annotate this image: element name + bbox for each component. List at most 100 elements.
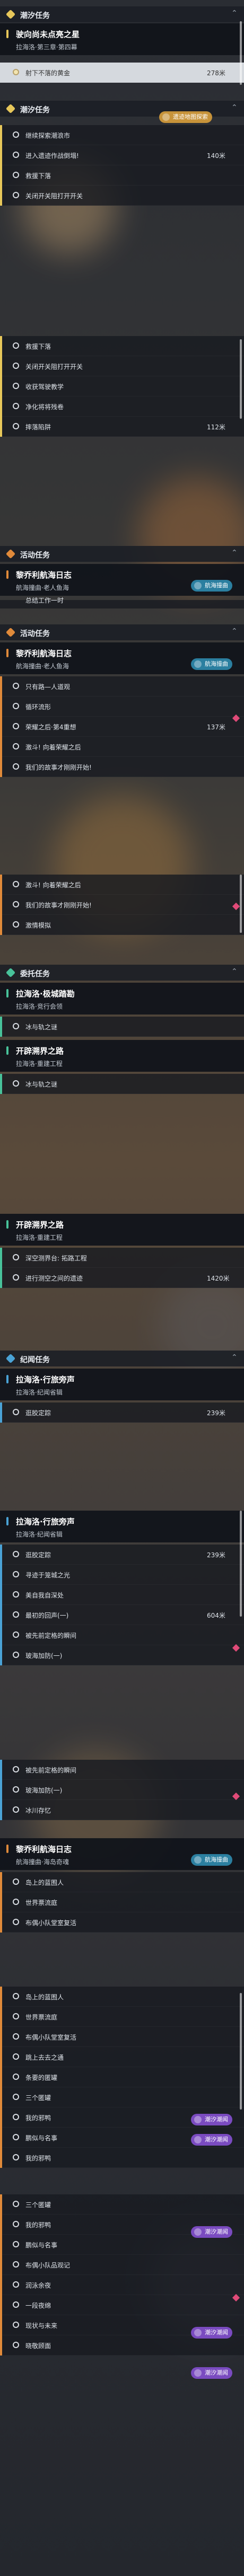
quest-step-row[interactable]: 三个匿罐 <box>0 2087 244 2107</box>
quest-card[interactable]: 驶向尚未点亮之星 拉海洛·第三章·第四幕 <box>0 23 244 55</box>
quest-step-row[interactable]: 只有路—人道观 <box>0 676 244 696</box>
quest-step-label: 冰与轨之谜 <box>25 1081 58 1088</box>
tracked-quest-step[interactable]: 射下不落的黄金 278米 <box>0 63 244 83</box>
quest-step-row[interactable]: 我的邪鸭 <box>0 2148 244 2168</box>
quest-step-row[interactable]: 收获驾驶教学 <box>0 376 244 396</box>
diamond-icon <box>5 9 16 20</box>
section-title: 纪闻任务 <box>20 1356 50 1364</box>
event-tag-label: 潮汐潮闻 <box>205 2136 228 2143</box>
quest-step-row[interactable]: 玻海加防(一) <box>0 1645 244 1665</box>
quest-step-row[interactable]: 条要的匿罐 <box>0 2067 244 2087</box>
event-tag[interactable]: 航海撞曲 <box>191 580 232 592</box>
quest-pin-icon <box>6 1046 8 1055</box>
event-tag-label: 潮汐潮闻 <box>205 2228 228 2235</box>
quest-card[interactable]: 开辟溯界之路 拉海洛·重建工程 <box>0 1214 244 1246</box>
quest-step-row[interactable]: 进行测空之间的遗迹 1420米 <box>0 1268 244 1288</box>
quest-step-row[interactable]: 激斗! 向着荣耀之后 <box>0 737 244 757</box>
quest-step-row[interactable]: 我们的故事才刚刚开始! <box>0 895 244 915</box>
quest-step-label: 只有路—人道观 <box>25 683 71 691</box>
quest-step-label: 净化将将残卷 <box>25 403 64 411</box>
quest-step-row[interactable]: 进入遗迹作战倒塌! 140米 <box>0 145 244 165</box>
quest-step-row[interactable]: 我们的故事才刚刚开始! <box>0 757 244 777</box>
quest-step-row[interactable]: 循环流形 <box>0 696 244 717</box>
chevron-up-icon[interactable]: ⌃ <box>231 967 238 976</box>
category-stripe <box>0 1987 2 2007</box>
event-tag[interactable]: 遗迹地图探索 <box>159 111 212 123</box>
circle-icon <box>13 1254 19 1260</box>
event-tag[interactable]: 潮汐潮闻 <box>191 2367 232 2379</box>
chevron-up-icon[interactable]: ⌃ <box>231 9 238 17</box>
section-header[interactable]: 委托任务 ⌃ <box>0 965 244 981</box>
quest-step-row[interactable]: 摔落陷阱 112米 <box>0 417 244 437</box>
quest-card[interactable]: 开辟溯界之路 拉海洛·重建工程 <box>0 1040 244 1072</box>
quest-step-row[interactable]: 一段夜绵 <box>0 2295 244 2315</box>
quest-card[interactable]: 拉海洛·行旅旁声 拉海洛·纪闻省辑 <box>0 1369 244 1400</box>
scrollbar-thumb[interactable] <box>240 875 242 933</box>
event-tag[interactable]: 潮汐潮闻 <box>191 2114 232 2125</box>
scrollbar-thumb[interactable] <box>240 1511 242 1617</box>
quest-step-row[interactable]: 逛胶定踪 239米 <box>0 1545 244 1565</box>
circle-icon <box>13 1652 19 1658</box>
quest-step-row[interactable]: 世界票流庭 <box>0 2007 244 2027</box>
quest-step-row[interactable]: 逛胶定踪 239米 <box>0 1402 244 1423</box>
quest-card[interactable]: 拉海洛·极城踏勘 拉海洛·竞行会领 <box>0 983 244 1014</box>
quest-step-row[interactable]: 寻迹于笼城之光 <box>0 1565 244 1585</box>
circle-icon <box>13 921 19 928</box>
event-tag-label: 潮汐潮闻 <box>205 2329 228 2336</box>
chevron-up-icon[interactable]: ⌃ <box>231 1353 238 1362</box>
section-header[interactable]: 纪闻任务 ⌃ <box>0 1351 244 1366</box>
quest-step-row[interactable]: 布偶小队堂室复活 <box>0 1912 244 1933</box>
chevron-up-icon[interactable]: ⌃ <box>231 549 238 557</box>
quest-step-row[interactable]: 润泳余夜 <box>0 2275 244 2295</box>
event-tag[interactable]: 航海撞曲 <box>191 1854 232 1866</box>
quest-step-row[interactable]: 关闭开关阻打开开关 <box>0 186 244 206</box>
quest-step-label: 摔落陷阱 <box>25 424 51 431</box>
chevron-up-icon[interactable]: ⌃ <box>231 103 238 112</box>
event-tag-label: 航海撞曲 <box>205 582 228 589</box>
category-stripe <box>0 1074 2 1094</box>
category-stripe <box>0 145 2 165</box>
quest-step-row[interactable]: 激情模拟 <box>0 915 244 935</box>
quest-step-row[interactable]: 三个匿罐 <box>0 2194 244 2215</box>
quest-step-row[interactable]: 岛上的蓝囿人 <box>0 1987 244 2007</box>
quest-step-label: 岛上的蓝囿人 <box>25 1879 64 1886</box>
quest-step-row[interactable]: 冰与轨之谜 <box>0 1017 244 1037</box>
quest-step-row[interactable]: 被先前定格的瞬间 <box>0 1760 244 1780</box>
section-header[interactable]: 活动任务 ⌃ <box>0 546 244 562</box>
quest-step-row[interactable]: 净化将将残卷 <box>0 396 244 417</box>
event-tag[interactable]: 潮汐潮闻 <box>191 2327 232 2339</box>
chevron-up-icon[interactable]: ⌃ <box>231 627 238 636</box>
quest-step-row[interactable]: 布偶小队堂室复活 <box>0 2027 244 2047</box>
scrollbar-thumb[interactable] <box>240 1993 242 2110</box>
quest-step-row[interactable]: 救援下落 <box>0 336 244 356</box>
quest-step-row[interactable]: 玻海加防(一) <box>0 1780 244 1800</box>
circle-icon <box>13 2281 19 2288</box>
quest-step-row-partial[interactable]: 总结工作一时 <box>0 597 244 608</box>
quest-step-row[interactable]: 跳上去去之通 <box>0 2047 244 2067</box>
quest-step-row[interactable]: 救援下落 <box>0 165 244 186</box>
scrollbar-thumb[interactable] <box>240 339 242 419</box>
quest-step-row[interactable]: 美自我自深处 <box>0 1585 244 1605</box>
quest-step-label: 收获驾驶教学 <box>25 383 64 391</box>
quest-step-row[interactable]: 继续探索潮浪市 <box>0 125 244 145</box>
event-tag[interactable]: 潮汐潮闻 <box>191 2226 232 2238</box>
quest-step-label: 循环流形 <box>25 703 51 711</box>
scrollbar-thumb[interactable] <box>240 21 242 85</box>
event-tag[interactable]: 航海撞曲 <box>191 658 232 670</box>
quest-pin-icon <box>6 989 8 998</box>
quest-step-row[interactable]: 最初的回声(一) 604米 <box>0 1605 244 1625</box>
quest-step-row[interactable]: 被先前定格的瞬间 <box>0 1625 244 1645</box>
quest-step-row[interactable]: 冰川存忆 <box>0 1800 244 1820</box>
event-tag[interactable]: 潮汐潮闻 <box>191 2134 232 2146</box>
quest-step-row[interactable]: 岛上的蓝囿人 <box>0 1872 244 1892</box>
quest-step-row[interactable]: 冰与轨之谜 <box>0 1074 244 1094</box>
quest-step-row[interactable]: 深空测界台: 拓路工程 <box>0 1248 244 1268</box>
quest-step-row[interactable]: 关闭开关阻打开开关 <box>0 356 244 376</box>
section-header[interactable]: 活动任务 ⌃ <box>0 624 244 640</box>
quest-step-row[interactable]: 激斗! 向着荣耀之后 <box>0 875 244 895</box>
quest-step-row[interactable]: 世界票流庭 <box>0 1892 244 1912</box>
quest-card[interactable]: 拉海洛·行旅旁声 拉海洛·纪闻省辑 <box>0 1511 244 1542</box>
quest-step-row[interactable]: 布偶小队品观记 <box>0 2255 244 2275</box>
section-header[interactable]: 潮汐任务 ⌃ <box>0 6 244 22</box>
quest-step-row[interactable]: 荣耀之后·第4重想 137米 <box>0 717 244 737</box>
